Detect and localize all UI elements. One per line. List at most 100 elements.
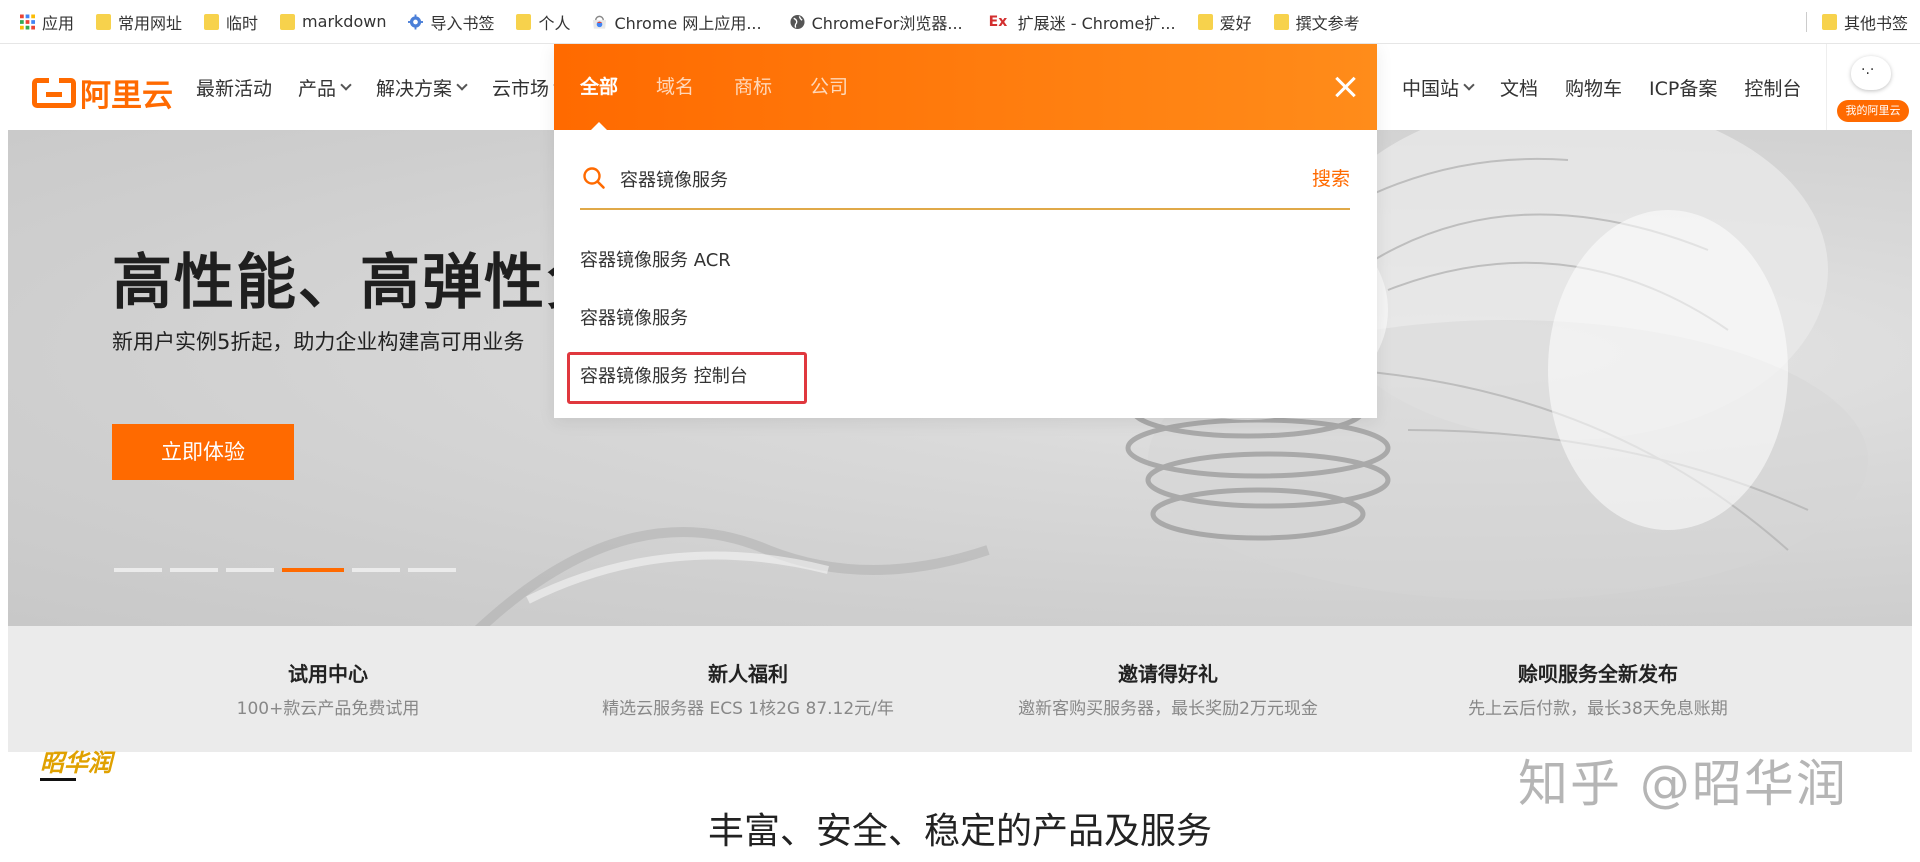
folder-icon	[516, 13, 532, 30]
nav-item-activities[interactable]: 最新活动	[196, 74, 272, 101]
folder-icon	[280, 13, 296, 30]
page-frame: 阿里云 最新活动 产品 解决方案 云市场 中国站 文档 购物车 ICP备案 控制…	[8, 44, 1912, 856]
bookmark-site[interactable]: ChromeFor浏览器...	[762, 0, 963, 44]
tab-trademark[interactable]: 商标	[734, 44, 772, 130]
folder-icon	[96, 13, 112, 30]
carousel-dot-active[interactable]	[282, 568, 344, 572]
tab-domain[interactable]: 域名	[656, 44, 694, 130]
bookmark-folder[interactable]: 个人	[494, 0, 570, 44]
bookmark-site[interactable]: Ex 扩展迷 - Chrome扩...	[963, 0, 1176, 44]
carousel-dot[interactable]	[408, 568, 456, 572]
hero-subtitle: 新用户实例5折起，助力企业构建高可用业务	[112, 330, 525, 354]
bookmark-label: 其他书签	[1843, 14, 1908, 33]
nav-label: 云市场	[492, 77, 550, 100]
gear-icon	[408, 14, 424, 29]
bookmark-label: markdown	[302, 12, 387, 31]
tab-all[interactable]: 全部	[580, 44, 618, 130]
logo-text: 阿里云	[80, 78, 173, 114]
feature-new-user[interactable]: 新人福利 精选云服务器 ECS 1核2G 87.12元/年	[558, 626, 938, 752]
watermark-logo: 昭华润	[40, 750, 130, 788]
chrome-webstore-icon	[593, 15, 607, 29]
nav-left: 最新活动 产品 解决方案 云市场	[196, 44, 589, 130]
carousel-dot[interactable]	[114, 568, 162, 572]
ex-icon: Ex	[988, 13, 1008, 30]
nav-item-console[interactable]: 控制台	[1744, 74, 1801, 101]
logo-mark-icon	[32, 77, 76, 108]
user-menu[interactable]: 我的阿里云	[1826, 44, 1912, 130]
bookmark-folder[interactable]: 临时	[182, 0, 258, 44]
chevron-down-icon	[456, 78, 468, 91]
bookmark-label: 爱好	[1219, 13, 1252, 33]
bookmark-label: 导入书签	[430, 13, 495, 33]
feature-title: 试用中心	[288, 662, 368, 686]
feature-desc: 精选云服务器 ECS 1核2G 87.12元/年	[602, 699, 894, 719]
folder-icon	[1197, 13, 1213, 30]
bookmark-label: 常用网址	[118, 13, 183, 33]
feature-desc: 100+款云产品免费试用	[236, 699, 420, 719]
bookmarks-bar: 应用 常用网址 临时 markdown 导入书签 个人 Chrome 网上应用.…	[0, 0, 1920, 44]
chevron-down-icon	[340, 78, 352, 91]
feature-title: 邀请得好礼	[1118, 662, 1218, 686]
hero-title: 高性能、高弹性负	[112, 248, 608, 318]
suggestion-item[interactable]: 容器镜像服务 ACR	[580, 246, 731, 272]
my-aliyun-badge: 我的阿里云	[1837, 100, 1909, 122]
bookmark-import[interactable]: 导入书签	[386, 0, 494, 44]
carousel-dot[interactable]	[226, 568, 274, 572]
chevron-down-icon	[1463, 78, 1475, 91]
try-now-button[interactable]: 立即体验	[112, 424, 294, 480]
feature-trial-center[interactable]: 试用中心 100+款云产品免费试用	[138, 626, 518, 752]
bookmark-label: ChromeFor浏览器...	[811, 13, 963, 33]
bookmark-folder[interactable]: 撰文参考	[1252, 0, 1360, 44]
search-button[interactable]: 搜索	[1312, 164, 1350, 191]
tab-company[interactable]: 公司	[810, 44, 848, 130]
nav-item-icp[interactable]: ICP备案	[1649, 74, 1717, 101]
nav-label: 最新活动	[196, 77, 273, 100]
bookmark-label: 扩展迷 - Chrome扩...	[1017, 13, 1176, 33]
search-query: 容器镜像服务	[620, 170, 728, 191]
feature-title: 赊呗服务全新发布	[1518, 662, 1678, 686]
nav-item-cart[interactable]: 购物车	[1565, 74, 1622, 101]
aliyun-logo[interactable]: 阿里云	[32, 70, 173, 115]
nav-item-region[interactable]: 中国站	[1402, 74, 1475, 101]
carousel-dot[interactable]	[352, 568, 400, 572]
nav-label: 中国站	[1402, 77, 1460, 100]
bookmark-apps[interactable]: 应用	[0, 0, 74, 44]
watermark-text: 知乎 @昭华润	[1518, 755, 1848, 813]
suggestion-item[interactable]: 容器镜像服务	[580, 304, 688, 330]
bookmark-other[interactable]: 其他书签	[1810, 0, 1908, 44]
carousel-indicators	[114, 568, 464, 572]
feature-desc: 先上云后付款，最长38天免息账期	[1468, 699, 1728, 719]
bookmark-webstore[interactable]: Chrome 网上应用...	[570, 0, 762, 44]
nav-label: 产品	[298, 77, 337, 100]
apps-grid-icon	[20, 14, 35, 29]
search-input[interactable]: 容器镜像服务 搜索	[580, 156, 1350, 210]
nav-label: 文档	[1500, 77, 1539, 100]
highlight-box	[567, 352, 807, 404]
nav-item-marketplace[interactable]: 云市场	[492, 74, 565, 101]
search-tabs-bar: 全部 域名 商标 公司	[554, 44, 1377, 130]
nav-item-solutions[interactable]: 解决方案	[376, 74, 468, 101]
nav-label: ICP备案	[1649, 77, 1718, 100]
watermark-logo-underline	[40, 778, 76, 781]
avatar	[1851, 56, 1891, 90]
folder-icon	[204, 13, 220, 30]
nav-label: 控制台	[1744, 77, 1802, 100]
features-strip: 试用中心 100+款云产品免费试用 新人福利 精选云服务器 ECS 1核2G 8…	[8, 626, 1912, 752]
nav-item-docs[interactable]: 文档	[1500, 74, 1538, 101]
feature-credit[interactable]: 赊呗服务全新发布 先上云后付款，最长38天免息账期	[1408, 626, 1788, 752]
feature-title: 新人福利	[708, 662, 788, 686]
close-icon[interactable]	[1332, 74, 1358, 100]
feature-desc: 邀新客购买服务器，最长奖励2万元现金	[1018, 699, 1318, 719]
carousel-dot[interactable]	[170, 568, 218, 572]
bookmark-folder[interactable]: 常用网址	[74, 0, 182, 44]
nav-item-products[interactable]: 产品	[298, 74, 352, 101]
watermark-logo-text: 昭华润	[40, 749, 112, 777]
bookmark-label: 个人	[538, 13, 571, 33]
globe-icon	[790, 14, 805, 29]
nav-label: 解决方案	[376, 77, 453, 100]
bookmark-label: Chrome 网上应用...	[614, 13, 762, 33]
feature-invite[interactable]: 邀请得好礼 邀新客购买服务器，最长奖励2万元现金	[978, 626, 1358, 752]
bookmark-folder[interactable]: 爱好	[1176, 0, 1252, 44]
search-icon	[583, 167, 605, 189]
bookmark-folder[interactable]: markdown	[258, 0, 386, 44]
